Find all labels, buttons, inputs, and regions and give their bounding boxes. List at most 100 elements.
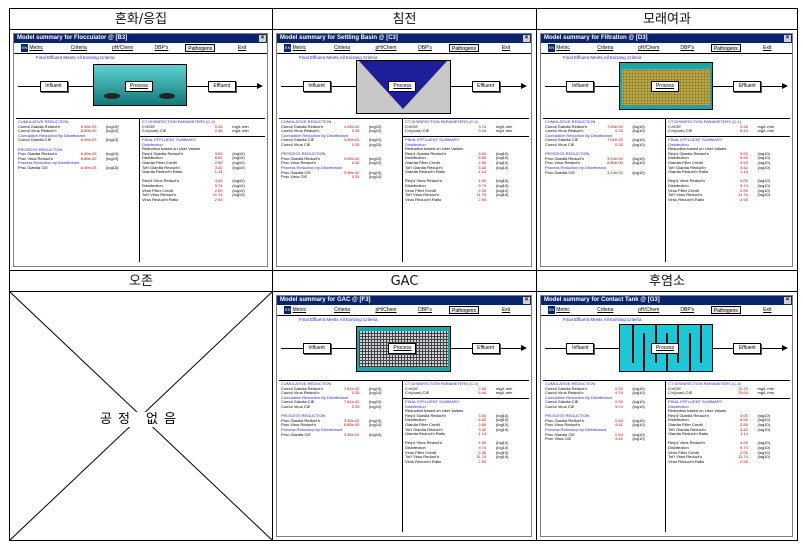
table-row: C×t(cum) CIE 5.44 mg/L min — [405, 391, 528, 396]
final-effluent-summary-table: FINAL EFFLUENT SUMMARY Disinfection Reduct… — [142, 137, 264, 203]
close-icon[interactable]: × — [784, 297, 791, 304]
menu-dbps-button[interactable]: DBP's — [677, 306, 697, 314]
baffle-icon — [700, 325, 703, 363]
comparison-grid: 혼화/응집 Model summary for Flocculator @ [B3… — [0, 0, 803, 547]
menu-pathogens-button[interactable]: Pathogens — [710, 306, 741, 314]
model-summary-window: Model summary for GAC @ [F3] × EN Metric Cri… — [276, 295, 532, 537]
effluent-button[interactable]: Effluent — [733, 343, 762, 354]
menu-criteria-button[interactable]: Criteria — [592, 44, 618, 52]
menu-metric-button[interactable]: EN Metric — [283, 306, 307, 314]
final-effluent-summary-table: FINAL EFFLUENT SUMMARY Disinfection Reduct… — [668, 137, 789, 202]
menu-exit-button[interactable]: Exit — [758, 44, 776, 52]
panel-title: 후염소 — [649, 274, 685, 289]
empty-label-text: 공정 없음 — [97, 412, 185, 427]
cumulative-reduction-table: CUMULATIVE REDUCTION Cumul Giardia Reduct… — [545, 381, 663, 442]
menu-phchem-button[interactable]: pH/Chem — [636, 306, 662, 314]
model-summary-window: Model summary for Contact Tank @ [G3] × EN… — [540, 295, 793, 537]
menu-phchem-button[interactable]: pH/Chem — [110, 44, 136, 52]
menu-phchem-button[interactable]: pH/Chem — [373, 306, 399, 314]
flow-arrow-icon — [521, 83, 527, 89]
menu-criteria-button[interactable]: Criteria — [592, 306, 618, 314]
baffle-icon — [631, 325, 634, 363]
menu-criteria-button[interactable]: Criteria — [329, 306, 355, 314]
effluent-button[interactable]: Effluent — [471, 343, 500, 354]
effluent-button[interactable]: Effluent — [207, 81, 236, 92]
process-button[interactable]: Process — [388, 81, 417, 92]
row-label: C×t(cum) CIE — [405, 128, 430, 134]
menu-pathogens-button[interactable]: Pathogens — [449, 306, 479, 314]
menu-exit-button[interactable]: Exit — [497, 306, 515, 314]
process-button[interactable]: Process — [650, 343, 679, 354]
cumulative-reduction-table: CUMULATIVE REDUCTION Cumul Giardia Reduct… — [281, 119, 400, 180]
process-button[interactable]: Process — [388, 343, 417, 354]
menu-exit-button[interactable]: Exit — [497, 44, 515, 52]
menu-pathogens-button[interactable]: Pathogens — [710, 44, 741, 52]
model-summary-window: Model summary for Flocculator @ [B3] × EN M… — [13, 33, 268, 267]
row-unit: mg/L min — [496, 390, 513, 396]
close-icon[interactable]: × — [259, 35, 266, 42]
table-row: Proc Virus CIE 9.41 (log10) — [545, 437, 663, 442]
table-row: Virus Reduct'n Ratio 2.93 — [668, 459, 789, 465]
close-icon[interactable]: × — [523, 297, 530, 304]
table-divider — [139, 118, 140, 262]
menu-exit-button[interactable]: Exit — [233, 44, 251, 52]
influent-button[interactable]: Influent — [39, 81, 68, 92]
panel-title-rule — [537, 291, 797, 292]
table-row: C×t(cum) CIE 0.45 mg/L min — [142, 129, 264, 134]
table-row: Virus Reduct'n Ratio 2.93 — [405, 197, 528, 203]
table-row: Proc Giardia CIE 3.10e-02 (log10) — [545, 169, 663, 176]
row-label: C×t(cum) CIE — [668, 128, 693, 134]
table-row: Proc Virus CIE 0.31 (log10) — [281, 175, 400, 180]
influent-button[interactable]: Influent — [302, 343, 331, 354]
menu-metric-button[interactable]: EN Metric — [547, 44, 571, 52]
final-effluent-summary-table: FINAL EFFLUENT SUMMARY Disinfection Reduct… — [405, 137, 528, 203]
row-label: C×t(cum) CIE — [668, 390, 693, 396]
menu-phchem-button[interactable]: pH/Chem — [636, 44, 662, 52]
close-icon[interactable]: × — [784, 35, 791, 42]
window-title: Model summary for Settling Basin @ [C3] — [280, 35, 398, 41]
menu-bar: EN Metric Criteria pH/Chem DBP's Pathogens Exi… — [277, 305, 531, 316]
panel-contact: 후염소 Model summary for Contact Tank @ [G3]… — [537, 271, 797, 540]
row-value: 2.93 — [214, 196, 223, 202]
menu-dbps-button[interactable]: DBP's — [677, 44, 697, 52]
panel-title-rule — [537, 29, 797, 30]
influent-button[interactable]: Influent — [566, 343, 595, 354]
window-titlebar: Model summary for Settling Basin @ [C3] × — [277, 34, 531, 43]
menu-phchem-button[interactable]: pH/Chem — [373, 44, 399, 52]
table-row: Virus Reduct'n Ratio 2.93 — [142, 196, 264, 203]
criteria-status-text: Final Effluent Meets All Existing Criter… — [36, 55, 115, 60]
menu-pathogens-button[interactable]: Pathogens — [449, 44, 479, 52]
influent-button[interactable]: Influent — [302, 81, 331, 92]
window-title: Model summary for Contact Tank @ [G3] — [544, 297, 660, 303]
menu-criteria-button[interactable]: Criteria — [66, 44, 92, 52]
menu-bar: EN Metric Criteria pH/Chem DBP's Pathogens Exi… — [541, 43, 792, 54]
menu-dbps-button[interactable]: DBP's — [415, 306, 435, 314]
row-value: 3.10e-02 — [607, 169, 623, 175]
menu-bar: EN Metric Criteria pH/Chem DBP's Pathogens Exi… — [541, 305, 792, 316]
panel-title: 혼화/응집 — [114, 12, 168, 27]
influent-button[interactable]: Influent — [566, 81, 595, 92]
window-title: Model summary for GAC @ [F3] — [280, 297, 371, 303]
panel-title-rule — [273, 29, 536, 30]
table-divider — [402, 380, 403, 532]
menu-exit-button[interactable]: Exit — [758, 306, 776, 314]
panel-title-rule — [10, 29, 272, 30]
menu-pathogens-button[interactable]: Pathogens — [185, 44, 216, 52]
effluent-button[interactable]: Effluent — [733, 81, 762, 92]
row-unit: (log10) — [632, 436, 645, 442]
menu-metric-button[interactable]: EN Metric — [20, 44, 44, 52]
mixer-paddle-icon — [104, 93, 121, 99]
baffle-icon — [643, 333, 646, 371]
menu-metric-button[interactable]: EN Metric — [547, 306, 571, 314]
effluent-button[interactable]: Effluent — [471, 81, 500, 92]
menu-metric-button[interactable]: EN Metric — [283, 44, 307, 52]
row-value: 2.93 — [478, 458, 487, 464]
menu-dbps-button[interactable]: DBP's — [151, 44, 171, 52]
menu-dbps-button[interactable]: DBP's — [415, 44, 435, 52]
panel-title: 모래여과 — [643, 12, 691, 27]
close-icon[interactable]: × — [523, 35, 530, 42]
process-button[interactable]: Process — [650, 81, 679, 92]
row-unit: mg/L min — [757, 128, 774, 134]
menu-criteria-button[interactable]: Criteria — [329, 44, 355, 52]
process-button[interactable]: Process — [124, 81, 153, 92]
